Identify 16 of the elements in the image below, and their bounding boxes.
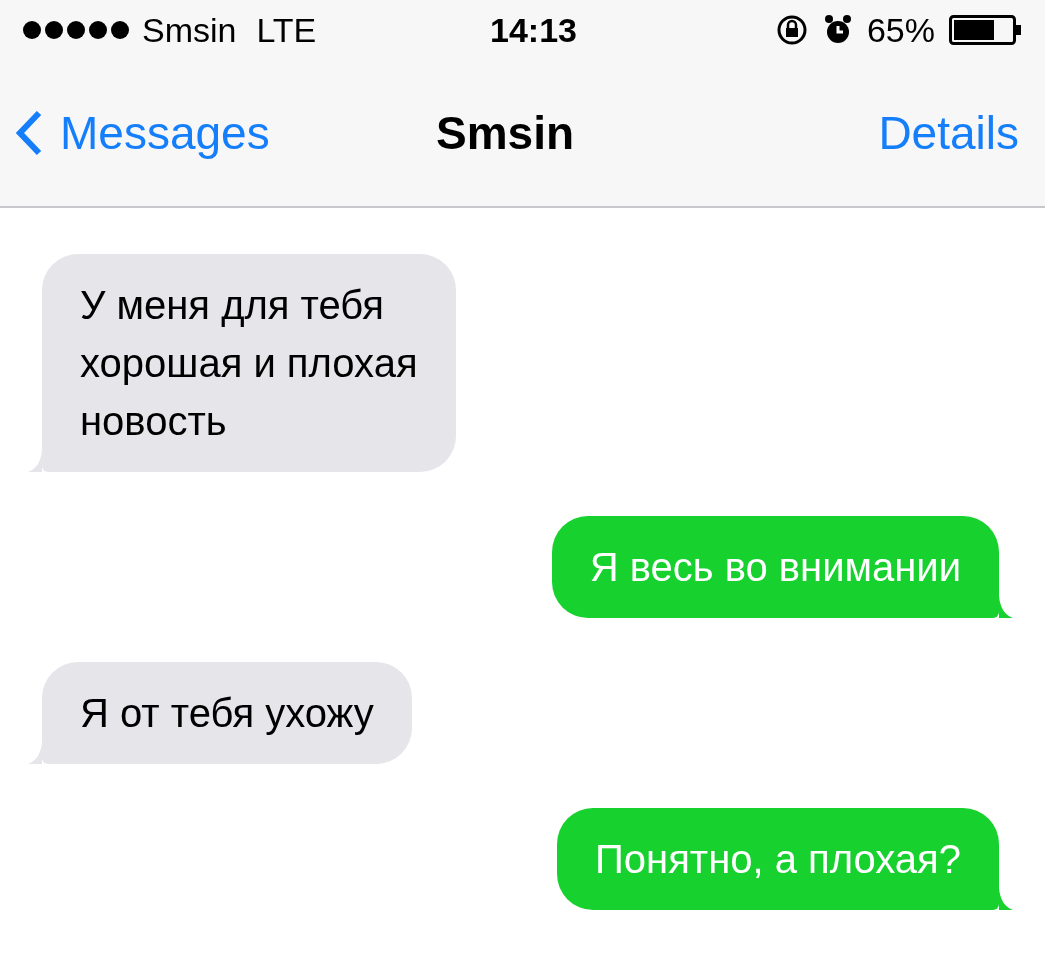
- battery-percent: 65%: [866, 9, 935, 51]
- back-button[interactable]: Messages: [16, 98, 270, 168]
- message-text: новость: [80, 398, 228, 445]
- message-text: У меня для тебя: [80, 282, 385, 329]
- battery-icon: [949, 15, 1023, 45]
- carrier-name: Smsin: [142, 9, 237, 51]
- network-type: LTE: [256, 9, 317, 51]
- clock-time: 14:13: [490, 9, 577, 51]
- details-button[interactable]: Details: [878, 98, 1019, 168]
- signal-icon: [22, 20, 132, 40]
- message-text: Я от тебя ухожу: [80, 690, 374, 737]
- message-text: Я весь во внимании: [589, 544, 961, 591]
- chevron-left-icon: [16, 110, 42, 156]
- conversation-title: Smsin: [436, 105, 575, 161]
- message-text: хорошая и плохая: [80, 340, 418, 387]
- message-text: Понятно, а плохая?: [595, 836, 961, 883]
